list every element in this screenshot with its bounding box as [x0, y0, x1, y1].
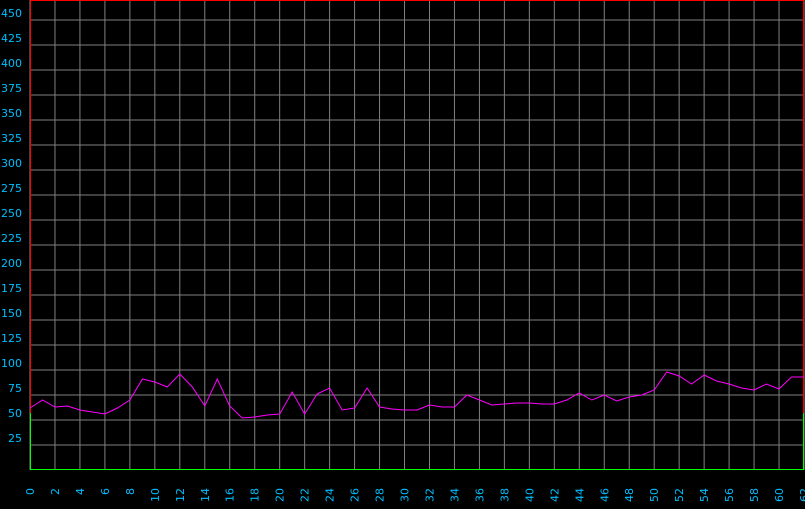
y-tick-label: 75 [8, 382, 22, 395]
y-tick-label: 25 [8, 432, 22, 445]
x-tick-label: 42 [548, 488, 561, 502]
x-tick-label: 34 [448, 488, 461, 502]
x-tick-label: 2 [49, 488, 62, 495]
y-tick-label: 325 [1, 132, 22, 145]
x-tick-label: 52 [673, 488, 686, 502]
x-tick-label: 50 [648, 488, 661, 502]
x-tick-label: 26 [349, 488, 362, 502]
y-tick-label: 350 [1, 107, 22, 120]
x-tick-label: 48 [623, 488, 636, 502]
x-tick-label: 20 [274, 488, 287, 502]
y-tick-label: 250 [1, 207, 22, 220]
y-tick-label: 150 [1, 307, 22, 320]
x-tick-label: 22 [299, 488, 312, 502]
y-tick-label: 225 [1, 232, 22, 245]
x-tick-label: 10 [149, 488, 162, 502]
x-tick-label: 40 [523, 488, 536, 502]
x-tick-label: 14 [199, 488, 212, 502]
chart-canvas: 2550751001251501752002252502753003253503… [1, 0, 805, 502]
x-tick-label: 46 [598, 488, 611, 502]
y-tick-label: 200 [1, 257, 22, 270]
y-axis-ticks: 25 50 75 100 125 150 175 200 225 250 275 300 325 350 3… [1, 7, 22, 445]
x-tick-label: 18 [249, 488, 262, 502]
x-tick-label: 12 [174, 488, 187, 502]
y-tick-label: 400 [1, 57, 22, 70]
x-tick-label: 56 [723, 488, 736, 502]
x-tick-label: 30 [399, 488, 412, 502]
x-tick-label: 8 [124, 488, 137, 495]
y-tick-label: 125 [1, 332, 22, 345]
x-axis-ticks: 0 2 4 6 8 10 12 14 16 18 20 22 24 26 28 30 32 34 36 38 40 42 4… [24, 488, 805, 502]
x-tick-label: 44 [573, 488, 586, 502]
y-tick-label: 425 [1, 32, 22, 45]
x-tick-label: 54 [698, 488, 711, 502]
grid-layer [29, 0, 805, 470]
x-tick-label: 32 [423, 488, 436, 502]
x-tick-label: 28 [374, 488, 387, 502]
y-tick-label: 300 [1, 157, 22, 170]
x-tick-label: 36 [473, 488, 486, 502]
x-tick-label: 16 [224, 488, 237, 502]
x-tick-label: 0 [24, 488, 37, 495]
x-tick-label: 38 [498, 488, 511, 502]
x-tick-label: 24 [324, 488, 337, 502]
y-tick-label: 275 [1, 182, 22, 195]
line-chart: 25 50 75 100 125 150 175 200 225 250 275 300 325 350 3… [0, 0, 805, 505]
y-tick-label: 375 [1, 82, 22, 95]
x-tick-label: 60 [773, 488, 786, 502]
y-tick-label: 175 [1, 282, 22, 295]
y-tick-label: 50 [8, 407, 22, 420]
y-tick-label: 450 [1, 7, 22, 20]
x-tick-label: 62 [798, 488, 805, 502]
x-tick-label: 4 [74, 488, 87, 495]
y-tick-label: 100 [1, 357, 22, 370]
x-tick-label: 6 [99, 488, 112, 495]
x-tick-label: 58 [748, 488, 761, 502]
